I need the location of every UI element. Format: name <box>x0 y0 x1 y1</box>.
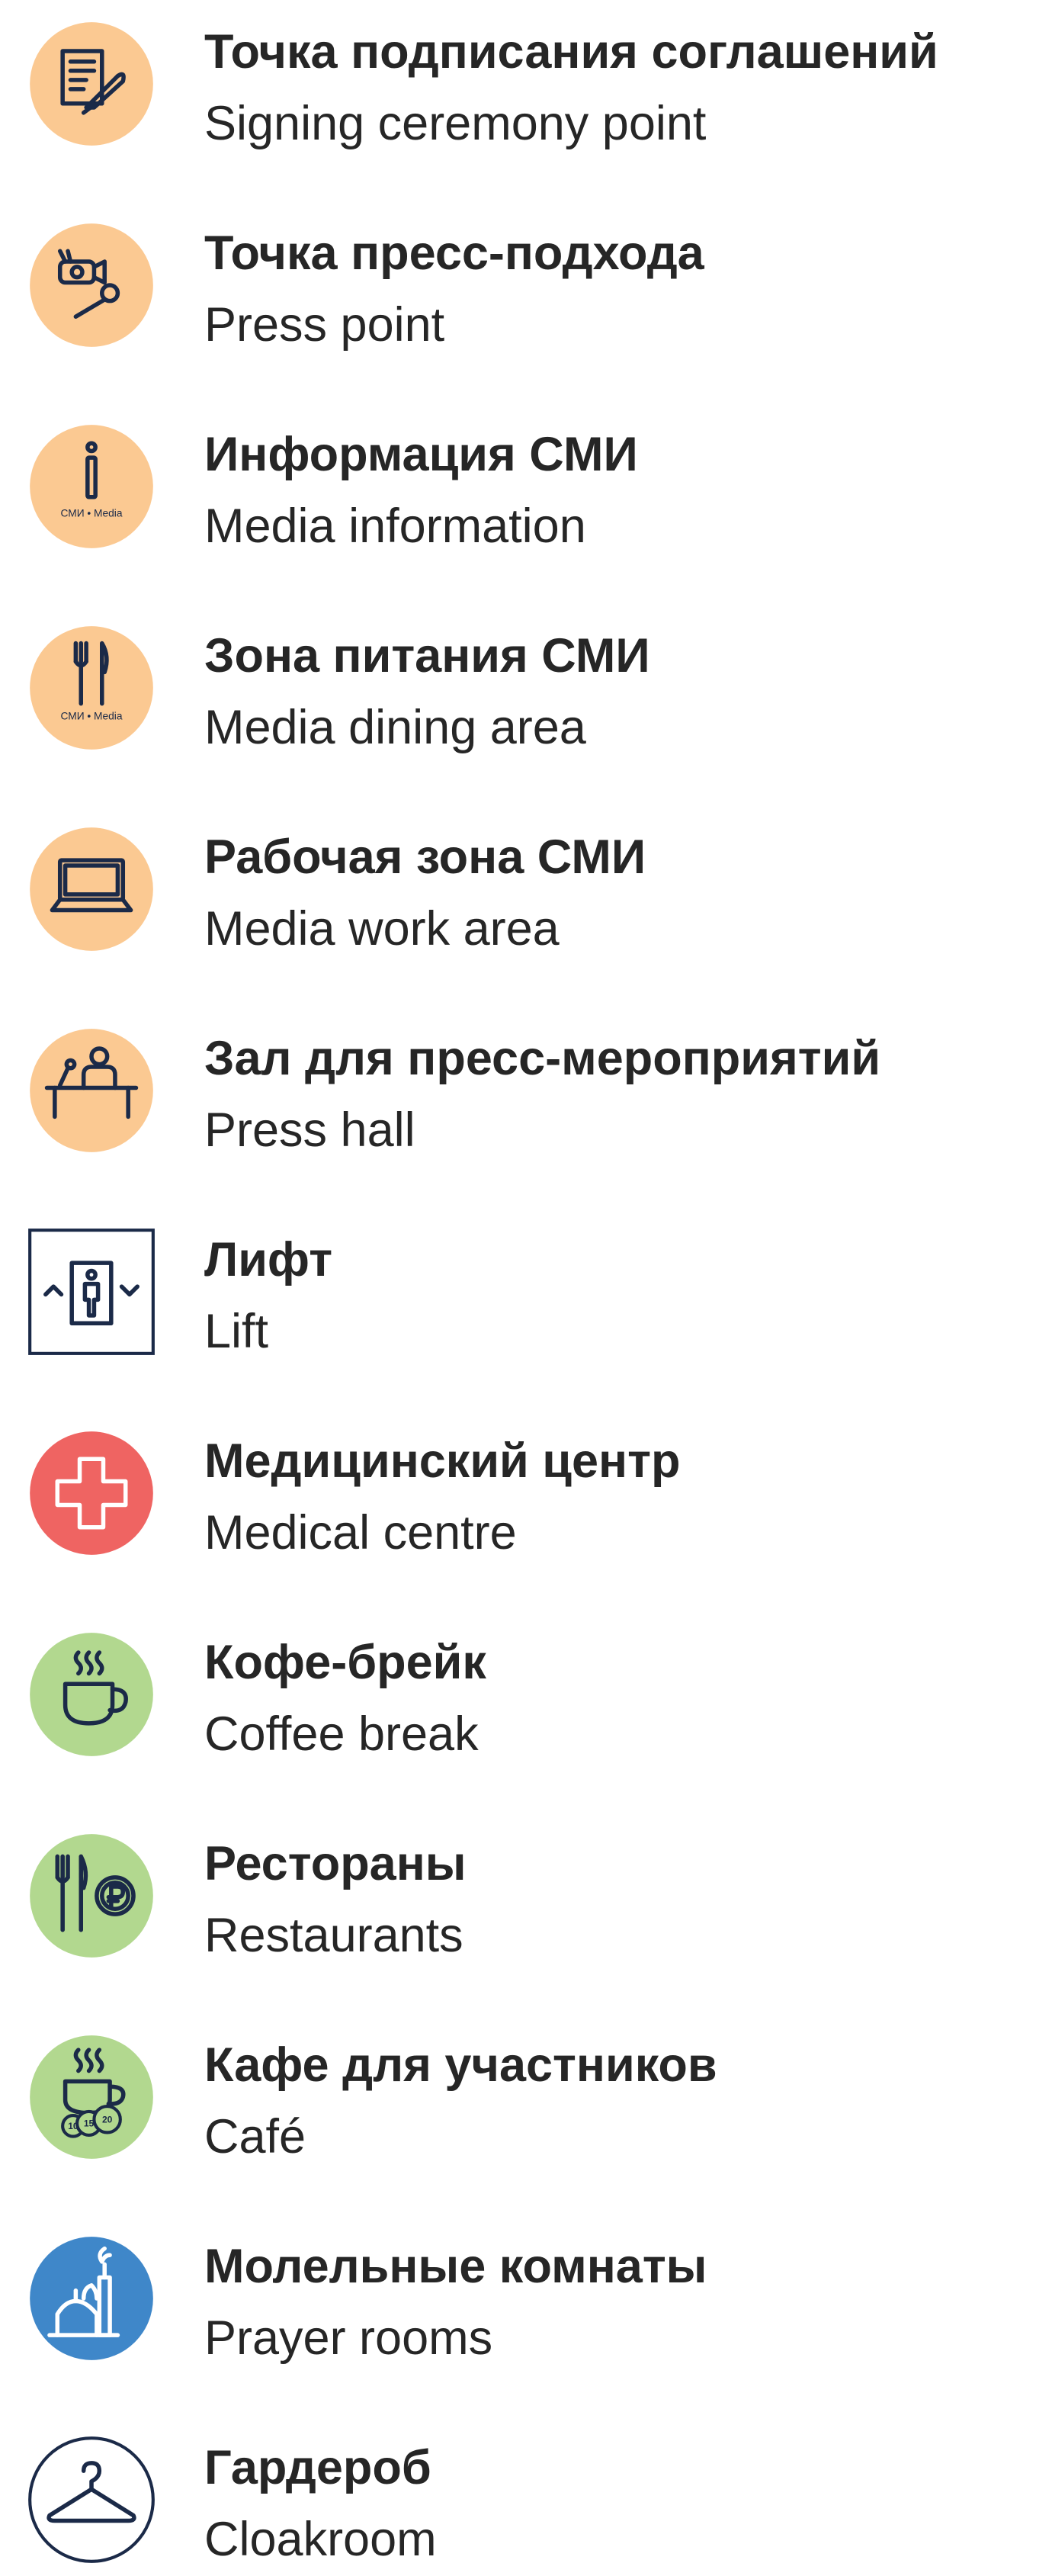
legend-label-en: Media information <box>204 499 586 553</box>
medical-cross-icon <box>26 1428 157 1559</box>
legend-label-en: Signing ceremony point <box>204 97 707 150</box>
legend-label-en: Prayer rooms <box>204 2311 493 2365</box>
legend-item-media-dining: СМИ • Media Зона питания СМИ Media dinin… <box>0 604 1052 756</box>
legend-label-en: Café <box>204 2110 306 2163</box>
legend-label-ru: Кафе для участников <box>204 2038 717 2092</box>
legend-item-press-point: Точка пресс-подхода Press point <box>0 201 1052 354</box>
legend-label-en: Press point <box>204 298 445 352</box>
laptop-icon <box>26 824 157 955</box>
media-information-icon: СМИ • Media <box>26 421 157 552</box>
media-badge-label: СМИ • Media <box>60 508 122 519</box>
legend-item-press-hall: Зал для пресс-мероприятий Press hall <box>0 1007 1052 1159</box>
legend-label-ru: Зал для пресс-мероприятий <box>204 1032 881 1085</box>
press-camera-microphone-icon <box>26 220 157 351</box>
legend-label-ru: Точка подписания соглашений <box>204 25 938 79</box>
prayer-room-icon <box>26 2233 157 2364</box>
legend-item-media-work-area: Рабочая зона СМИ Media work area <box>0 805 1052 958</box>
legend-item-cloakroom: Гардероб Cloakroom <box>0 2416 1052 2568</box>
legend-label-ru: Лифт <box>204 1233 333 1286</box>
legend-label-en: Coffee break <box>204 1707 479 1761</box>
coffee-cup-icon <box>26 1629 157 1760</box>
legend-label-ru: Молельные комнаты <box>204 2240 707 2293</box>
legend-item-coffee-break: Кофе-брейк Coffee break <box>0 1611 1052 1763</box>
legend-label-ru: Зона питания СМИ <box>204 629 650 683</box>
legend-label-ru: Точка пресс-подхода <box>204 226 704 280</box>
legend-item-lift: Лифт Lift <box>0 1208 1052 1360</box>
legend-item-restaurants: Рестораны Restaurants <box>0 1812 1052 1964</box>
hanger-icon <box>26 2434 157 2565</box>
legend-label-en: Lift <box>204 1305 269 1358</box>
legend-label-ru: Гардероб <box>204 2441 431 2494</box>
legend-label-en: Medical centre <box>204 1506 517 1559</box>
media-dining-icon: СМИ • Media <box>26 622 157 753</box>
legend-label-ru: Информация СМИ <box>204 428 638 481</box>
legend-label-ru: Рестораны <box>204 1837 467 1890</box>
coin-label: 10 <box>68 2121 79 2131</box>
legend-item-media-information: СМИ • Media Информация СМИ Media informa… <box>0 403 1052 555</box>
legend-label-en: Cloakroom <box>204 2513 437 2566</box>
legend-label-ru: Медицинский центр <box>204 1434 681 1488</box>
legend-label-en: Media dining area <box>204 701 586 754</box>
restaurant-cutlery-ruble-icon <box>26 1830 157 1961</box>
lift-icon <box>26 1226 157 1357</box>
legend-label-en: Press hall <box>204 1103 415 1157</box>
legend-item-signing: Точка подписания соглашений Signing cere… <box>0 0 1052 153</box>
legend-label-en: Restaurants <box>204 1909 463 1962</box>
press-hall-speaker-icon <box>26 1025 157 1156</box>
legend-label-ru: Рабочая зона СМИ <box>204 830 646 884</box>
coin-label: 20 <box>102 2115 113 2125</box>
legend-label-ru: Кофе-брейк <box>204 1636 486 1689</box>
legend-item-cafe: 10 15 20 Кафе для участников Café <box>0 2013 1052 2166</box>
facilities-legend: Точка подписания соглашений Signing cere… <box>0 0 1052 2576</box>
legend-label-en: Media work area <box>204 902 560 956</box>
legend-item-prayer-rooms: Молельные комнаты Prayer rooms <box>0 2215 1052 2367</box>
media-badge-label: СМИ • Media <box>60 710 122 721</box>
signing-document-icon <box>26 18 157 149</box>
cafe-coins-icon: 10 15 20 <box>26 2032 157 2163</box>
coin-label: 15 <box>84 2118 95 2129</box>
legend-item-medical-centre: Медицинский центр Medical centre <box>0 1409 1052 1562</box>
